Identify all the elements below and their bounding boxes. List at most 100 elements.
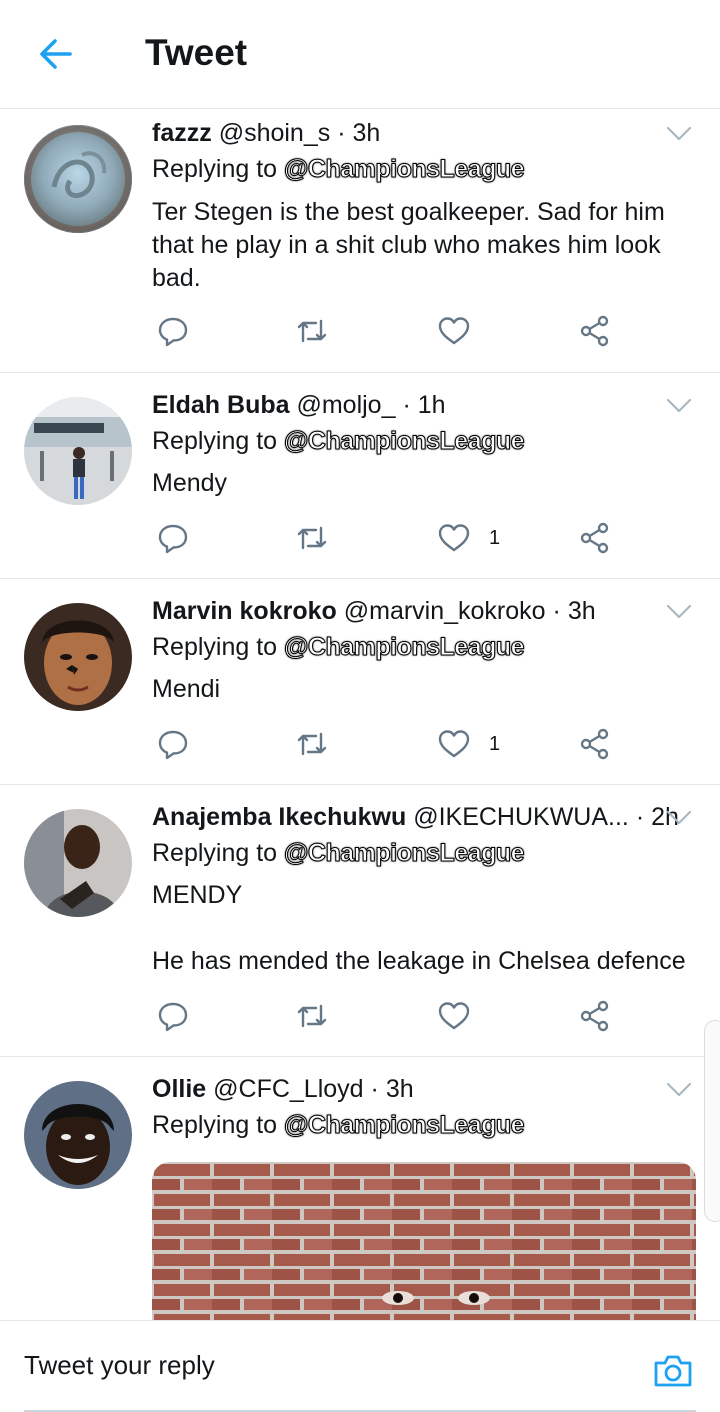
- arrow-left-icon: [40, 39, 72, 69]
- replying-to: Replying to @ChampionsLeague: [152, 155, 526, 184]
- tweet-text-line: Mendi: [152, 675, 221, 703]
- avatar[interactable]: [24, 397, 132, 505]
- mention-link[interactable]: @ChampionsLeague: [284, 1111, 526, 1140]
- tweet-menu-button[interactable]: [666, 1081, 692, 1099]
- tweet-header: Marvin kokroko @marvin_kokroko · 3h: [152, 597, 596, 626]
- chevron-down-icon: [666, 398, 692, 413]
- tweet-text-line: [152, 912, 692, 945]
- tweet-actions: [152, 311, 632, 351]
- tweet-text-line: Mendy: [152, 469, 228, 497]
- separator-dot: ·: [552, 597, 561, 625]
- author-name[interactable]: Eldah Buba: [152, 391, 290, 419]
- tweet-menu-button[interactable]: [666, 603, 692, 621]
- author-handle: @moljo_: [296, 391, 396, 419]
- author-name[interactable]: Marvin kokroko: [152, 597, 337, 625]
- tweet[interactable]: fazzz @shoin_s · 3h Replying to @Champio…: [0, 109, 720, 373]
- tweet-media-image[interactable]: [152, 1162, 696, 1322]
- reply-button[interactable]: [156, 724, 190, 764]
- share-button[interactable]: [578, 518, 612, 558]
- tweet-header: fazzz @shoin_s · 3h: [152, 119, 380, 148]
- reply-composer: Tweet your reply: [0, 1320, 720, 1412]
- author-handle: @shoin_s: [218, 119, 331, 147]
- author-name[interactable]: fazzz: [152, 119, 212, 147]
- chevron-down-icon: [666, 1082, 692, 1097]
- mention-link[interactable]: @ChampionsLeague: [284, 633, 526, 662]
- camera-button[interactable]: [652, 1351, 694, 1391]
- tweet[interactable]: Eldah Buba @moljo_ · 1h Replying to @Cha…: [0, 373, 720, 579]
- tweet-text: Mendy: [152, 467, 692, 500]
- replying-to-label: Replying to: [152, 427, 278, 455]
- tweet[interactable]: Marvin kokroko @marvin_kokroko · 3h Repl…: [0, 579, 720, 785]
- tweet-actions: 1: [152, 724, 632, 764]
- retweet-button[interactable]: [295, 518, 329, 558]
- author-handle: @CFC_Lloyd: [213, 1075, 364, 1103]
- share-icon: [580, 315, 609, 347]
- heart-icon: [438, 317, 470, 345]
- retweet-button[interactable]: [295, 311, 329, 351]
- tweet-menu-button[interactable]: [666, 809, 692, 827]
- tweet-menu-button[interactable]: [666, 397, 692, 415]
- tweet-menu-button[interactable]: [666, 125, 692, 143]
- chevron-down-icon: [666, 604, 692, 619]
- tweet-header: Ollie @CFC_Lloyd · 3h: [152, 1075, 414, 1104]
- heart-icon: [438, 1002, 470, 1030]
- replying-to: Replying to @ChampionsLeague: [152, 427, 526, 456]
- tweet-text: Ter Stegen is the best goalkeeper. Sad f…: [152, 196, 692, 295]
- chevron-down-icon: [666, 126, 692, 141]
- author-handle: @IKECHUKWUA...: [413, 803, 629, 831]
- avatar[interactable]: [24, 125, 132, 233]
- chevron-down-icon: [666, 810, 692, 825]
- like-button[interactable]: [437, 996, 489, 1036]
- mention-link[interactable]: @ChampionsLeague: [284, 839, 526, 868]
- replying-to: Replying to @ChampionsLeague: [152, 1111, 526, 1140]
- tweet-actions: [152, 996, 632, 1036]
- like-button[interactable]: 1: [437, 724, 500, 764]
- replying-to-label: Replying to: [152, 155, 278, 183]
- tweet-text: Mendi: [152, 673, 692, 706]
- reply-button[interactable]: [156, 311, 190, 351]
- reply-icon: [158, 524, 188, 554]
- like-button[interactable]: 1: [437, 518, 500, 558]
- heart-icon: [438, 524, 470, 552]
- retweet-icon: [297, 732, 327, 756]
- timestamp: 1h: [417, 391, 446, 419]
- page-title: Tweet: [145, 32, 248, 73]
- like-count: 1: [489, 526, 501, 549]
- share-button[interactable]: [578, 311, 612, 351]
- avatar[interactable]: [24, 809, 132, 917]
- reply-input[interactable]: Tweet your reply: [24, 1343, 624, 1387]
- latte-art-image: [24, 125, 132, 233]
- separator-dot: ·: [337, 119, 346, 147]
- separator-dot: ·: [370, 1075, 379, 1103]
- like-button[interactable]: [437, 311, 489, 351]
- reply-button[interactable]: [156, 996, 190, 1036]
- avatar[interactable]: [24, 1081, 132, 1189]
- author-name[interactable]: Ollie: [152, 1075, 206, 1103]
- edge-panel-handle[interactable]: [704, 1020, 720, 1222]
- retweet-icon: [297, 1004, 327, 1028]
- replying-to-label: Replying to: [152, 633, 278, 661]
- mention-link[interactable]: @ChampionsLeague: [284, 427, 526, 456]
- share-icon: [580, 1000, 609, 1032]
- brick-wall-image: [152, 1162, 696, 1322]
- tweet-actions: 1: [152, 518, 632, 558]
- reply-button[interactable]: [156, 518, 190, 558]
- retweet-button[interactable]: [295, 996, 329, 1036]
- timestamp: 3h: [352, 119, 381, 147]
- retweet-button[interactable]: [295, 724, 329, 764]
- replying-to-label: Replying to: [152, 1111, 278, 1139]
- selfie-photo: [24, 603, 132, 711]
- avatar[interactable]: [24, 603, 132, 711]
- replying-to: Replying to @ChampionsLeague: [152, 839, 526, 868]
- airport-photo: [24, 397, 132, 505]
- separator-dot: ·: [635, 803, 645, 831]
- author-name[interactable]: Anajemba Ikechukwu: [152, 803, 406, 831]
- tweet-header: Anajemba Ikechukwu @IKECHUKWUA... · 2h: [152, 803, 679, 832]
- share-button[interactable]: [578, 996, 612, 1036]
- timestamp: 3h: [385, 1075, 414, 1103]
- tweet-text-line: bad.: [152, 264, 201, 292]
- share-button[interactable]: [578, 724, 612, 764]
- tweet[interactable]: Anajemba Ikechukwu @IKECHUKWUA... · 2h R…: [0, 785, 720, 1057]
- back-button[interactable]: [36, 34, 76, 74]
- mention-link[interactable]: @ChampionsLeague: [284, 155, 526, 184]
